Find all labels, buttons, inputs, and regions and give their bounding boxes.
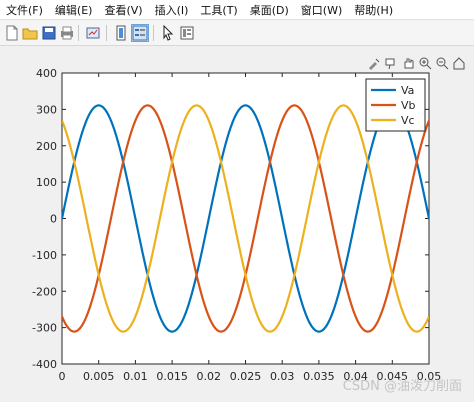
- y-tick-label: -200: [32, 285, 57, 298]
- toolbar-separator: [153, 25, 154, 41]
- y-tick-label: -100: [32, 249, 57, 262]
- x-tick-label: 0.02: [197, 370, 222, 383]
- open-folder-icon[interactable]: [22, 25, 38, 41]
- menu-item-6[interactable]: 窗口(W): [301, 2, 342, 18]
- x-tick-label: 0.01: [123, 370, 148, 383]
- legend-label-Va: Va: [401, 84, 414, 97]
- y-tick-label: 200: [36, 140, 57, 153]
- link-plot-icon[interactable]: [85, 25, 101, 41]
- y-tick-label: -300: [32, 322, 57, 335]
- toolbar-separator: [78, 25, 79, 41]
- x-tick-label: 0.015: [156, 370, 188, 383]
- y-tick-label: 0: [50, 213, 57, 226]
- menu-item-4[interactable]: 工具(T): [200, 2, 237, 18]
- x-tick-label: 0.005: [83, 370, 115, 383]
- legend-label-Vc: Vc: [401, 114, 415, 127]
- new-file-icon[interactable]: [4, 25, 20, 41]
- y-tick-label: 100: [36, 176, 57, 189]
- menu-item-0[interactable]: 文件(F): [6, 2, 43, 18]
- x-tick-label: 0.025: [230, 370, 262, 383]
- menu-item-7[interactable]: 帮助(H): [354, 2, 393, 18]
- y-tick-label: 300: [36, 103, 57, 116]
- menu-item-5[interactable]: 桌面(D): [250, 2, 289, 18]
- menu-item-1[interactable]: 编辑(E): [55, 2, 93, 18]
- zoom-out-icon[interactable]: [435, 55, 449, 70]
- data-tips-icon[interactable]: [384, 55, 398, 70]
- menu-item-3[interactable]: 插入(I): [155, 2, 189, 18]
- edit-plot-arrow-icon[interactable]: [160, 24, 176, 41]
- pan-icon[interactable]: [401, 55, 415, 69]
- property-inspector-icon[interactable]: [179, 25, 195, 41]
- save-icon[interactable]: [41, 25, 57, 41]
- legend-label-Vb: Vb: [401, 99, 416, 112]
- brush-icon[interactable]: [367, 55, 381, 70]
- home-icon[interactable]: [452, 55, 466, 70]
- watermark: CSDN @油泼刀削面: [342, 379, 462, 394]
- print-icon[interactable]: [59, 25, 75, 41]
- x-tick-label: 0.035: [303, 370, 335, 383]
- toolbar-separator: [106, 25, 107, 41]
- x-tick-label: 0.03: [270, 370, 295, 383]
- insert-colorbar-icon[interactable]: [113, 25, 129, 41]
- y-tick-label: -400: [32, 358, 57, 371]
- plot-svg: 0 0.005 0.01 0.015 0.02 0.025 0.03 0.035 0.04 0.0…: [32, 67, 441, 383]
- menu-item-2[interactable]: 查看(V): [104, 2, 142, 18]
- x-tick-label: 0: [59, 370, 66, 383]
- y-tick-label: 400: [36, 67, 57, 80]
- axes-toolbar: [367, 55, 466, 71]
- zoom-in-icon[interactable]: [418, 55, 432, 70]
- figure-area: 0 0.005 0.01 0.015 0.02 0.025 0.03 0.035 0.04 0.0…: [0, 46, 474, 402]
- menu-bar: 文件(F) 编辑(E) 查看(V) 插入(I) 工具(T) 桌面(D) 窗口(W) 帮助(H): [0, 0, 474, 20]
- figure-toolbar: [0, 21, 474, 46]
- insert-legend-icon[interactable]: [131, 24, 149, 42]
